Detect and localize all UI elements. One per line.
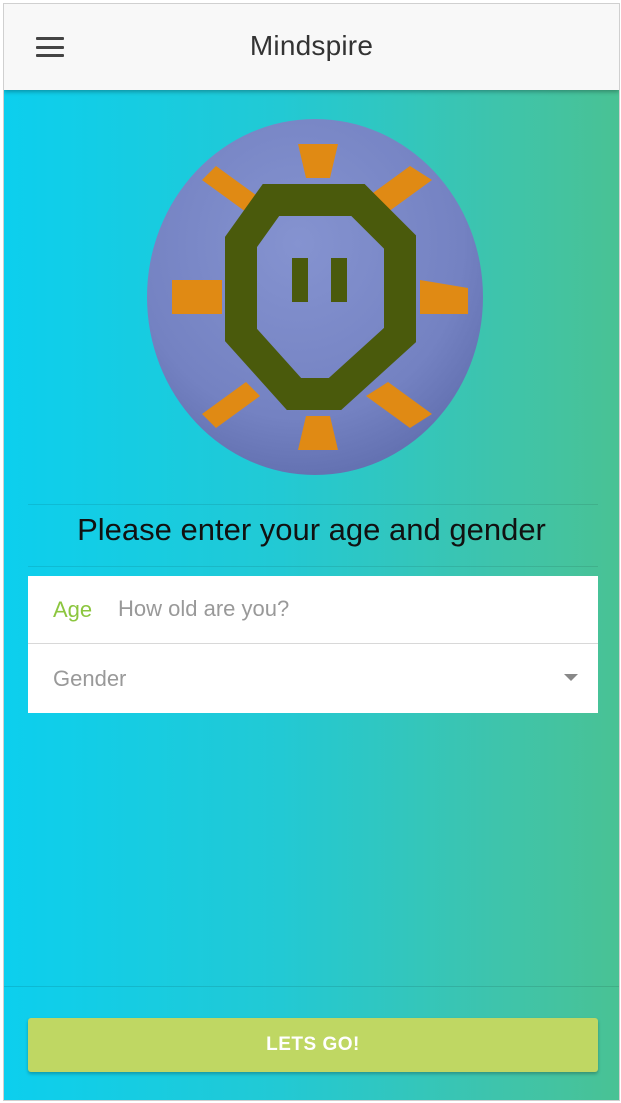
divider-top (28, 504, 598, 505)
app-screen: Mindspire Please enter your age and gend… (3, 3, 620, 1101)
footer-divider (4, 986, 619, 987)
app-header: Mindspire (4, 4, 619, 90)
age-row: Age (28, 576, 598, 644)
mindspire-logo (147, 119, 483, 475)
dropdown-caret-icon (564, 674, 578, 681)
gender-label: Gender (53, 666, 127, 691)
prompt-heading: Please enter your age and gender (77, 512, 546, 547)
profile-form: Age Gender (28, 576, 598, 713)
age-label: Age (53, 597, 93, 622)
gender-select[interactable]: Gender (28, 644, 598, 712)
lets-go-button[interactable]: LETS GO! (28, 1018, 598, 1072)
app-title: Mindspire (249, 30, 374, 61)
divider-bottom (28, 566, 598, 567)
age-input[interactable] (116, 586, 576, 632)
